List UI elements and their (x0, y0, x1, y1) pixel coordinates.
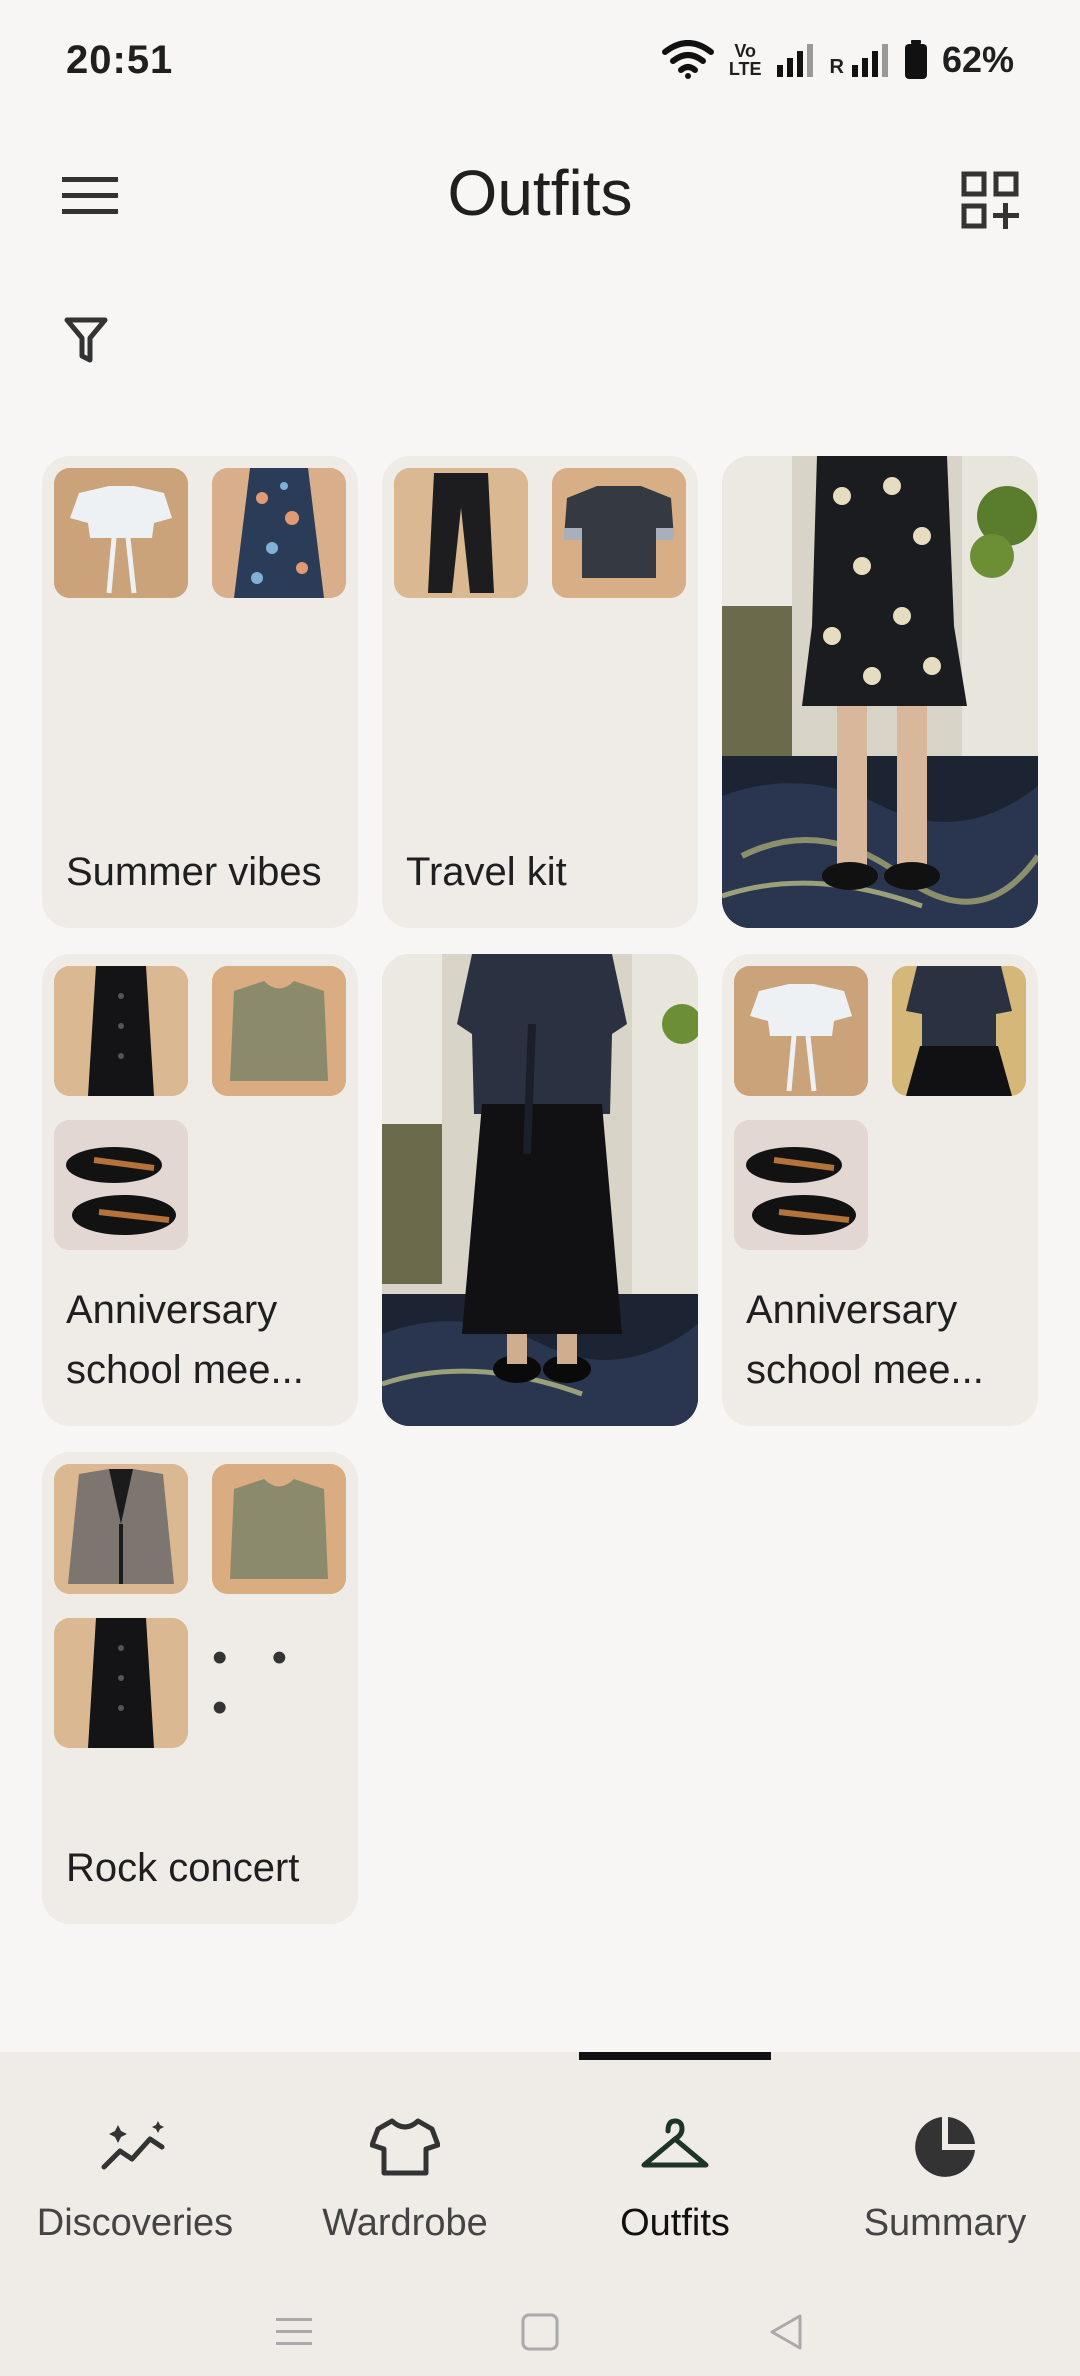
thumb-grey-tee (552, 468, 686, 598)
outfit-card[interactable]: Anniversary school mee... (42, 954, 358, 1426)
volte-bottom: LTE (728, 59, 762, 79)
nav-label: Summary (863, 2202, 1027, 2244)
wifi-icon (661, 40, 714, 79)
outfit-photo-card[interactable] (722, 456, 1038, 928)
thumb-white-crop-top (54, 468, 188, 598)
app-bar: Outfits (0, 140, 1080, 250)
volte-indicator: Vo LTE (729, 42, 762, 78)
battery-level: 62% (941, 39, 1014, 80)
more-items-indicator: • • • (212, 1633, 304, 1732)
outfit-label: Anniversary school mee... (746, 1288, 984, 1392)
outfit-card[interactable]: • • • Rock concert (42, 1452, 358, 1924)
page-title: Outfits (447, 157, 633, 229)
outfit-photo-card[interactable] (382, 954, 698, 1426)
nav-discoveries[interactable]: Discoveries (0, 2102, 270, 2282)
grid-add-icon (961, 171, 1019, 229)
nav-label: Wardrobe (322, 2202, 488, 2244)
battery-icon (904, 40, 927, 79)
floral-dress-photo (722, 456, 1038, 928)
thumb-navy-blouse (892, 966, 1026, 1096)
recents-icon (276, 2318, 312, 2345)
thumb-tweed-jacket (54, 1464, 188, 1594)
thumb-black-shoes (54, 1120, 188, 1250)
sparkline-icon (101, 2121, 165, 2170)
outfit-card[interactable]: Summer vibes (42, 456, 358, 928)
nav-summary[interactable]: Summary (810, 2102, 1080, 2282)
thumb-floral-skirt (212, 468, 346, 598)
thumb-olive-vest (212, 1464, 346, 1594)
status-time: 20:51 (66, 37, 174, 82)
filter-button[interactable] (46, 300, 126, 380)
back-icon (770, 2314, 802, 2350)
signal-icon (777, 44, 814, 77)
thumb-black-skirt (54, 966, 188, 1096)
shirt-icon (370, 2118, 440, 2176)
outfit-label: Anniversary school mee... (66, 1288, 304, 1392)
thumb-black-shoes (734, 1120, 868, 1250)
system-navigation-bar (0, 2292, 1080, 2376)
outfit-label: Rock concert (66, 1846, 300, 1890)
home-button[interactable] (510, 2302, 570, 2362)
back-button[interactable] (756, 2302, 816, 2362)
thumb-black-trousers (394, 468, 528, 598)
nav-label: Discoveries (36, 2202, 234, 2244)
active-tab-indicator (579, 2052, 771, 2060)
status-icons: Vo LTE R 62% (661, 39, 1014, 81)
status-bar: 20:51 Vo LTE R 62% (0, 0, 1080, 120)
roaming-indicator: R (829, 55, 844, 78)
home-icon (521, 2313, 559, 2351)
recents-button[interactable] (264, 2302, 324, 2362)
navy-top-black-skirt-photo (382, 954, 698, 1426)
pie-chart-icon (915, 2117, 975, 2177)
add-outfit-button[interactable] (950, 160, 1030, 240)
volte-top: Vo (734, 41, 756, 61)
signal-icon-2 (851, 44, 888, 77)
outfit-card[interactable]: Anniversary school mee... (722, 954, 1038, 1426)
nav-wardrobe[interactable]: Wardrobe (270, 2102, 540, 2282)
outfit-label: Travel kit (406, 850, 567, 894)
hanger-icon (641, 2118, 709, 2168)
nav-label: Outfits (620, 2202, 730, 2244)
nav-outfits[interactable]: Outfits (540, 2102, 810, 2282)
thumb-olive-vest (212, 966, 346, 1096)
filter-icon (64, 317, 108, 363)
bottom-navigation: Discoveries Wardrobe Outfits Summary (0, 2052, 1080, 2376)
thumb-black-skirt (54, 1618, 188, 1748)
outfit-card[interactable]: Travel kit (382, 456, 698, 928)
thumb-white-crop-top (734, 966, 868, 1096)
outfit-label: Summer vibes (66, 850, 322, 894)
